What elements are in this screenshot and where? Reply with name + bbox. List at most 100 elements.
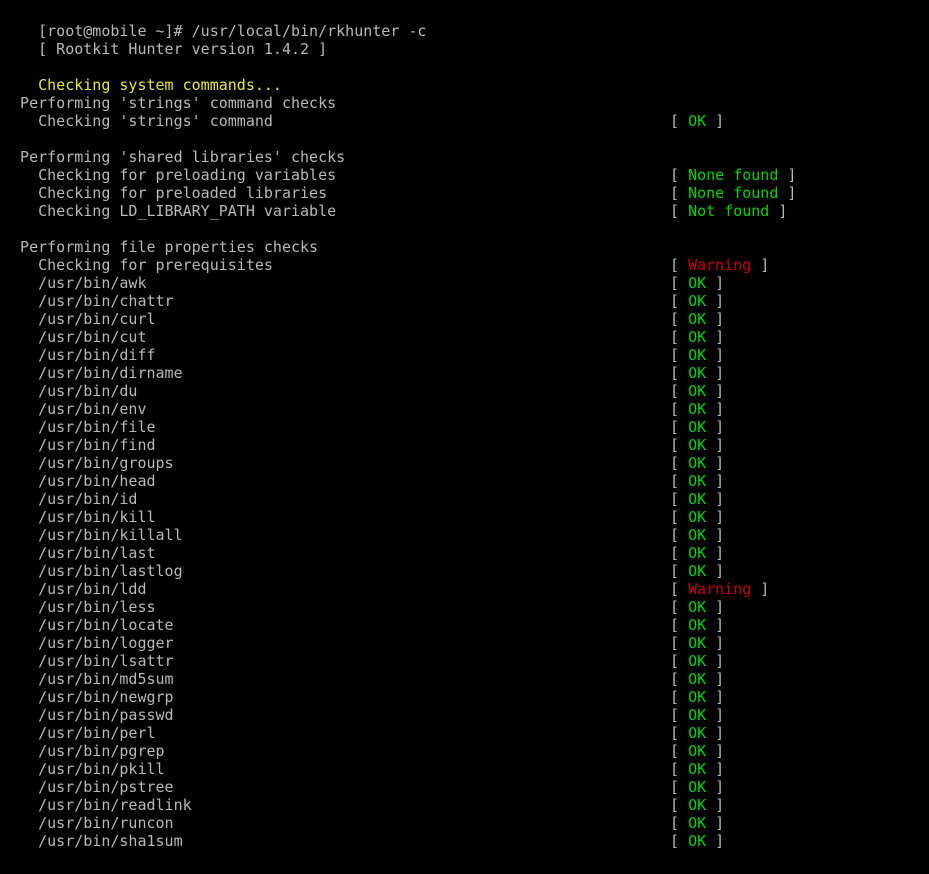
check-row: /usr/bin/diff [ OK ]: [0, 346, 929, 364]
check-row-label: /usr/bin/md5sum: [2, 670, 174, 688]
check-row: /usr/bin/lastlog [ OK ]: [0, 562, 929, 580]
status-bracket-close: ]: [751, 256, 770, 274]
status-bracket-close: ]: [706, 598, 725, 616]
status-bracket-close: ]: [778, 184, 797, 202]
check-row-label: /usr/bin/dirname: [2, 364, 183, 382]
status-bracket-open: [: [670, 814, 689, 832]
status-badge: [ OK ]: [670, 706, 724, 724]
status-bracket-open: [: [670, 184, 689, 202]
status-bracket-close: ]: [706, 346, 725, 364]
check-row: /usr/bin/id [ OK ]: [0, 490, 929, 508]
status-text: OK: [688, 274, 707, 292]
status-text: OK: [688, 526, 707, 544]
group-heading-text: Performing file properties checks: [2, 238, 319, 256]
status-bracket-close: ]: [706, 526, 725, 544]
status-badge: [ OK ]: [670, 562, 724, 580]
status-bracket-close: ]: [706, 292, 725, 310]
status-bracket-open: [: [670, 346, 689, 364]
check-row-label: Checking for preloading variables: [2, 166, 337, 184]
status-badge: [ OK ]: [670, 508, 724, 526]
status-badge: [ None found ]: [670, 184, 796, 202]
status-bracket-close: ]: [706, 670, 725, 688]
check-row-label: /usr/bin/sha1sum: [2, 832, 183, 850]
prompt-line: [root@mobile ~]# /usr/local/bin/rkhunter…: [0, 4, 929, 40]
status-text: OK: [688, 382, 707, 400]
check-row: /usr/bin/find [ OK ]: [0, 436, 929, 454]
group-heading-text: Performing 'strings' command checks: [2, 94, 337, 112]
check-row: /usr/bin/cut [ OK ]: [0, 328, 929, 346]
status-bracket-open: [: [670, 382, 689, 400]
status-badge: [ OK ]: [670, 112, 724, 130]
check-row-label: /usr/bin/pkill: [2, 760, 165, 778]
check-row-label: /usr/bin/passwd: [2, 706, 174, 724]
status-bracket-close: ]: [706, 364, 725, 382]
check-row-label: /usr/bin/kill: [2, 508, 156, 526]
status-text: None found: [688, 184, 779, 202]
terminal-window[interactable]: [root@mobile ~]# /usr/local/bin/rkhunter…: [0, 0, 929, 874]
status-bracket-close: ]: [706, 454, 725, 472]
status-bracket-open: [: [670, 760, 689, 778]
status-bracket-close: ]: [706, 688, 725, 706]
check-row: /usr/bin/killall [ OK ]: [0, 526, 929, 544]
status-bracket-close: ]: [706, 508, 725, 526]
check-row: /usr/bin/du [ OK ]: [0, 382, 929, 400]
status-badge: [ OK ]: [670, 328, 724, 346]
status-badge: [ OK ]: [670, 436, 724, 454]
check-row: /usr/bin/kill [ OK ]: [0, 508, 929, 526]
status-bracket-close: ]: [706, 760, 725, 778]
section-header-line: Checking system commands...: [0, 58, 929, 94]
status-bracket-close: ]: [706, 418, 725, 436]
status-bracket-open: [: [670, 544, 689, 562]
status-badge: [ OK ]: [670, 382, 724, 400]
status-bracket-open: [: [670, 310, 689, 328]
check-row-label: Checking for preloaded libraries: [2, 184, 328, 202]
status-bracket-open: [: [670, 580, 689, 598]
status-bracket-close: ]: [706, 832, 725, 850]
status-badge: [ OK ]: [670, 364, 724, 382]
status-text: OK: [688, 490, 707, 508]
status-bracket-open: [: [670, 706, 689, 724]
status-badge: [ OK ]: [670, 652, 724, 670]
status-bracket-open: [: [670, 670, 689, 688]
status-text: OK: [688, 310, 707, 328]
check-row-label: /usr/bin/env: [2, 400, 147, 418]
status-text: OK: [688, 616, 707, 634]
status-badge: [ None found ]: [670, 166, 796, 184]
status-bracket-open: [: [670, 454, 689, 472]
status-bracket-close: ]: [706, 634, 725, 652]
check-row-label: /usr/bin/killall: [2, 526, 183, 544]
status-text: OK: [688, 328, 707, 346]
status-bracket-open: [: [670, 562, 689, 580]
check-row: /usr/bin/sha1sum [ OK ]: [0, 832, 929, 850]
status-bracket-open: [: [670, 724, 689, 742]
status-badge: [ OK ]: [670, 616, 724, 634]
status-text: Warning: [688, 256, 752, 274]
status-text: OK: [688, 670, 707, 688]
status-bracket-open: [: [670, 472, 689, 490]
status-text: OK: [688, 346, 707, 364]
status-bracket-close: ]: [751, 580, 770, 598]
status-bracket-close: ]: [706, 778, 725, 796]
status-badge: [ OK ]: [670, 346, 724, 364]
status-bracket-close: ]: [706, 490, 725, 508]
check-row-label: /usr/bin/cut: [2, 328, 147, 346]
status-badge: [ Warning ]: [670, 580, 769, 598]
status-bracket-close: ]: [706, 796, 725, 814]
status-bracket-close: ]: [706, 382, 725, 400]
status-text: OK: [688, 634, 707, 652]
check-row-label: /usr/bin/curl: [2, 310, 156, 328]
status-text: OK: [688, 760, 707, 778]
status-bracket-close: ]: [706, 616, 725, 634]
check-row: /usr/bin/logger [ OK ]: [0, 634, 929, 652]
check-row: /usr/bin/dirname [ OK ]: [0, 364, 929, 382]
check-row-label: /usr/bin/pstree: [2, 778, 174, 796]
check-row-label: /usr/bin/du: [2, 382, 138, 400]
status-badge: [ OK ]: [670, 724, 724, 742]
check-row: /usr/bin/env [ OK ]: [0, 400, 929, 418]
group-heading: Performing 'shared libraries' checks: [0, 148, 929, 166]
check-row-label: /usr/bin/last: [2, 544, 156, 562]
status-text: OK: [688, 652, 707, 670]
check-row-label: /usr/bin/id: [2, 490, 138, 508]
status-text: OK: [688, 814, 707, 832]
